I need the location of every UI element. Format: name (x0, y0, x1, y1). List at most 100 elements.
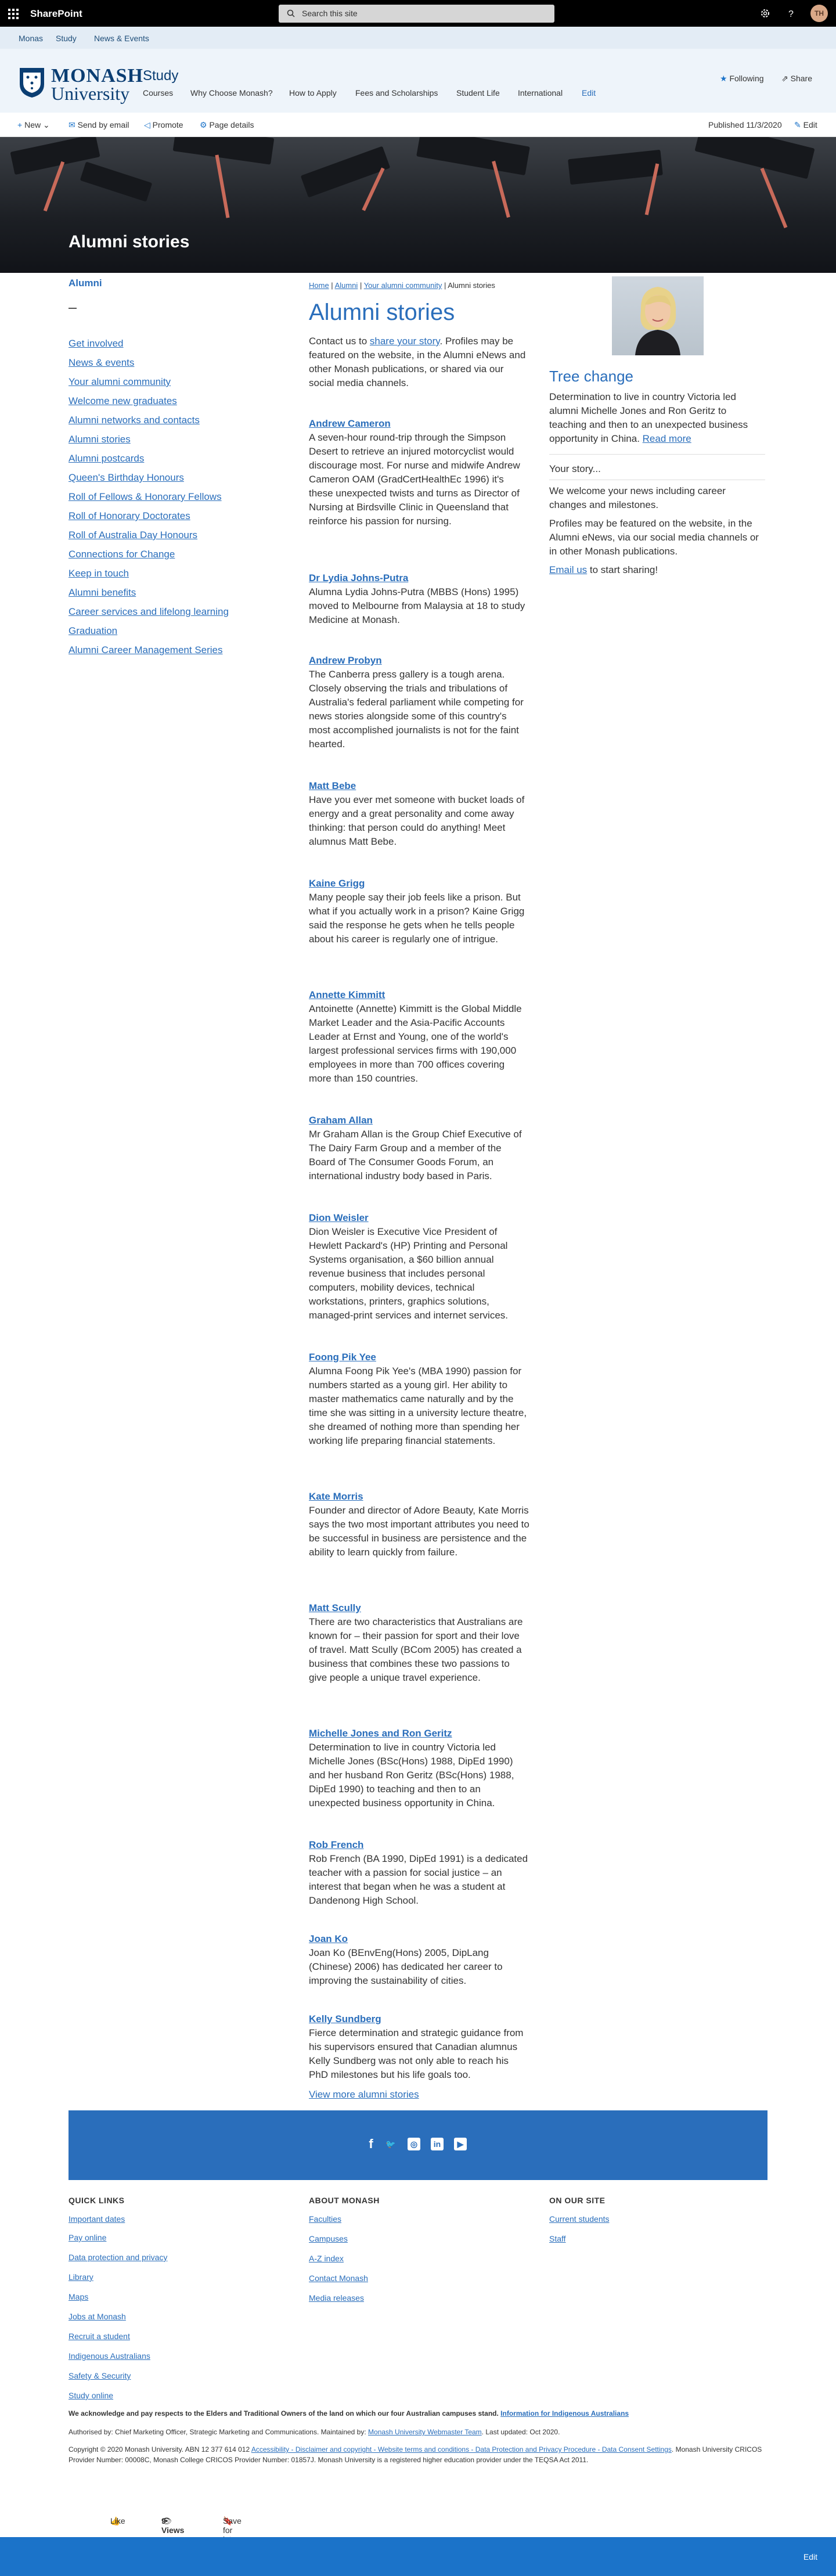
help-icon[interactable]: ? (784, 7, 797, 20)
footer-link-current-students[interactable]: Current students (549, 2214, 610, 2224)
linkedin-icon[interactable]: in (431, 2138, 444, 2150)
leftnav-news-events[interactable]: News & events (69, 357, 134, 369)
leftnav-career-management-series[interactable]: Alumni Career Management Series (69, 644, 223, 656)
footer-link-az-index[interactable]: A-Z index (309, 2254, 344, 2263)
instagram-icon[interactable]: ◎ (408, 2138, 420, 2150)
promote-button[interactable]: ◁ Promote (144, 120, 183, 130)
youtube-icon[interactable]: ▶ (454, 2138, 467, 2150)
story-andrew-probyn: Andrew Probyn The Canberra press gallery … (309, 654, 529, 751)
story-name-link[interactable]: Graham Allan (309, 1114, 529, 1127)
leftnav-queens-birthday-honours[interactable]: Queen's Birthday Honours (69, 472, 184, 484)
hub-nav-study[interactable]: Study (56, 34, 77, 43)
footer-link-pay-online[interactable]: Pay online (69, 2233, 106, 2242)
leftnav-alumni-networks[interactable]: Alumni networks and contacts (69, 415, 200, 426)
nav-international[interactable]: International (518, 88, 563, 98)
footer-link-staff[interactable]: Staff (549, 2234, 566, 2243)
twitter-icon[interactable]: 🐦 (384, 2138, 397, 2150)
view-more-stories-link[interactable]: View more alumni stories (309, 2089, 419, 2101)
leftnav-connections-for-change[interactable]: Connections for Change (69, 549, 175, 560)
story-name-link[interactable]: Kaine Grigg (309, 877, 529, 891)
leftnav-alumni-stories[interactable]: Alumni stories (69, 434, 131, 445)
legal-links[interactable]: Accessibility - Disclaimer and copyright… (251, 2445, 672, 2453)
story-name-link[interactable]: Matt Bebe (309, 779, 529, 793)
footer-link-indigenous[interactable]: Indigenous Australians (69, 2351, 150, 2361)
leftnav-your-alumni-community[interactable]: Your alumni community (69, 376, 171, 388)
story-name-link[interactable]: Dr Lydia Johns-Putra (309, 571, 529, 585)
story-name-link[interactable]: Michelle Jones and Ron Geritz (309, 1727, 529, 1741)
share-button[interactable]: ⇗ Share (781, 74, 812, 84)
breadcrumb-community[interactable]: Your alumni community (364, 281, 442, 290)
leftnav-alumni-benefits[interactable]: Alumni benefits (69, 587, 136, 599)
bottom-edit-button[interactable]: Edit (803, 2552, 817, 2561)
hub-nav-monas[interactable]: Monas (19, 34, 43, 43)
read-more-link[interactable]: Read more (643, 433, 691, 444)
email-us-link[interactable]: Email us (549, 564, 587, 575)
leftnav-heading[interactable]: Alumni (69, 278, 102, 289)
about-monash-heading: ABOUT MONASH (309, 2196, 380, 2205)
story-name-link[interactable]: Matt Scully (309, 1601, 529, 1615)
authorised-text: Authorised by: Chief Marketing Officer, … (69, 2428, 369, 2436)
leftnav-alumni-postcards[interactable]: Alumni postcards (69, 453, 144, 464)
user-avatar[interactable]: TH (810, 5, 828, 22)
story-name-link[interactable]: Joan Ko (309, 1932, 529, 1946)
footer-link-recruit-student[interactable]: Recruit a student (69, 2332, 130, 2341)
send-by-email-button[interactable]: ✉ Send by email (69, 120, 129, 130)
search-input[interactable]: Search this site (279, 5, 554, 23)
footer-link-data-protection[interactable]: Data protection and privacy (69, 2253, 167, 2262)
hub-nav-news-events[interactable]: News & Events (94, 34, 149, 43)
nav-student-life[interactable]: Student Life (456, 88, 500, 98)
app-launcher-icon[interactable] (8, 9, 19, 19)
new-button[interactable]: + New ⌄ (17, 120, 50, 130)
leftnav-roll-honorary-doctorates[interactable]: Roll of Honorary Doctorates (69, 510, 190, 522)
leftnav-career-services[interactable]: Career services and lifelong learning (69, 606, 229, 618)
story-name-link[interactable]: Rob French (309, 1838, 529, 1852)
story-matt-bebe: Matt Bebe Have you ever met someone with … (309, 779, 529, 849)
breadcrumb-home[interactable]: Home (309, 281, 329, 290)
nav-fees-scholarships[interactable]: Fees and Scholarships (355, 88, 438, 98)
app-name[interactable]: SharePoint (30, 8, 82, 20)
share-your-story-link[interactable]: share your story (370, 336, 440, 347)
site-title[interactable]: Study (143, 68, 178, 84)
footer-link-safety[interactable]: Safety & Security (69, 2371, 131, 2380)
story-name-link[interactable]: Dion Weisler (309, 1211, 529, 1225)
story-summary: Fierce determination and strategic guida… (309, 2027, 524, 2080)
monash-crest-logo[interactable] (19, 67, 45, 98)
footer-link-jobs[interactable]: Jobs at Monash (69, 2312, 126, 2321)
webmaster-link[interactable]: Monash University Webmaster Team (368, 2428, 482, 2436)
footer-link-maps[interactable]: Maps (69, 2292, 88, 2301)
leftnav-roll-australia-day[interactable]: Roll of Australia Day Honours (69, 529, 197, 541)
edit-button[interactable]: ✎ Edit (794, 120, 817, 130)
footer-link-study-online[interactable]: Study online (69, 2391, 113, 2400)
tree-change-title: Tree change (549, 368, 634, 385)
story-summary: Joan Ko (BEnvEng(Hons) 2005, DipLang (Ch… (309, 1947, 503, 1986)
leftnav-get-involved[interactable]: Get involved (69, 338, 124, 350)
settings-gear-icon[interactable] (759, 7, 772, 20)
footer-link-important-dates[interactable]: Important dates (69, 2214, 125, 2224)
published-status: Published 11/3/2020 (708, 120, 782, 129)
nav-why-choose-monash[interactable]: Why Choose Monash? (190, 88, 273, 98)
footer-link-campuses[interactable]: Campuses (309, 2234, 348, 2243)
leftnav-roll-of-fellows[interactable]: Roll of Fellows & Honorary Fellows (69, 491, 222, 503)
leftnav-keep-in-touch[interactable]: Keep in touch (69, 568, 129, 579)
following-button[interactable]: ★ Following (720, 74, 764, 84)
story-name-link[interactable]: Andrew Probyn (309, 654, 529, 668)
footer-link-media-releases[interactable]: Media releases (309, 2293, 364, 2303)
leftnav-graduation[interactable]: Graduation (69, 625, 117, 637)
leftnav-welcome-new-graduates[interactable]: Welcome new graduates (69, 395, 177, 407)
footer-link-contact[interactable]: Contact Monash (309, 2274, 368, 2283)
story-name-link[interactable]: Kate Morris (309, 1490, 529, 1504)
footer-link-library[interactable]: Library (69, 2272, 93, 2282)
story-name-link[interactable]: Foong Pik Yee (309, 1350, 529, 1364)
breadcrumb-alumni[interactable]: Alumni (335, 281, 358, 290)
story-name-link[interactable]: Annette Kimmitt (309, 988, 529, 1002)
nav-edit-link[interactable]: Edit (582, 88, 596, 98)
nav-how-to-apply[interactable]: How to Apply (289, 88, 337, 98)
page-details-button[interactable]: ⚙ Page details (200, 120, 254, 130)
story-name-link[interactable]: Kelly Sundberg (309, 2012, 529, 2026)
facebook-icon[interactable]: f (365, 2138, 377, 2150)
story-name-link[interactable]: Andrew Cameron (309, 417, 529, 431)
indigenous-info-link[interactable]: Information for Indigenous Australians (500, 2409, 629, 2418)
authorised-note: Authorised by: Chief Marketing Officer, … (69, 2427, 767, 2437)
nav-courses[interactable]: Courses (143, 88, 173, 98)
footer-link-faculties[interactable]: Faculties (309, 2214, 341, 2224)
